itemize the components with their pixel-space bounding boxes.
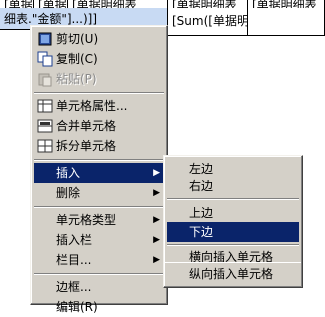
submenu-arrow-icon: ▶	[153, 215, 160, 225]
menu-item-insert[interactable]: 插入 ▶	[34, 163, 164, 183]
submenu-arrow-icon: ▶	[153, 235, 160, 245]
submenu-item-top[interactable]: 上边	[167, 203, 299, 223]
menu-item-cut[interactable]: 剪切(U)	[34, 29, 164, 49]
merge-cells-icon	[37, 118, 53, 134]
menu-item-split-cells[interactable]: 拆分单元格	[34, 136, 164, 156]
submenu-arrow-icon: ▶	[153, 168, 160, 178]
menu-separator	[34, 273, 164, 275]
copy-icon	[37, 51, 53, 67]
grid-cell[interactable]	[248, 8, 325, 36]
menu-item-copy[interactable]: 复制(C)	[34, 49, 164, 69]
menu-separator	[34, 206, 164, 208]
menu-item-delete[interactable]: 删除 ▶	[34, 183, 164, 203]
menu-separator	[34, 159, 164, 161]
menu-item-border[interactable]: 边框...	[34, 277, 164, 297]
menu-item-merge-cells[interactable]: 合并单元格	[34, 116, 164, 136]
submenu-item-right[interactable]: 右边	[167, 176, 299, 196]
menu-separator	[34, 92, 164, 94]
grid-cell[interactable]: [Sum([单据明	[168, 8, 248, 36]
menu-item-edit[interactable]: 编辑(R)	[34, 297, 164, 317]
insert-submenu-tail: 纵向插入单元格	[163, 262, 303, 288]
menu-separator	[167, 198, 299, 200]
menu-separator	[167, 244, 299, 246]
menu-item-insert-column[interactable]: 插入栏 ▶	[34, 230, 164, 250]
insert-submenu: 左边 右边 上边 下边 横向插入单元格	[163, 155, 303, 265]
paste-icon	[37, 71, 53, 87]
submenu-arrow-icon: ▶	[153, 188, 160, 198]
menu-item-paste[interactable]: 粘贴(P)	[34, 69, 164, 89]
menu-item-cell-type[interactable]: 单元格类型 ▶	[34, 210, 164, 230]
menu-item-columns[interactable]: 栏目... ▶	[34, 250, 164, 270]
cut-icon	[37, 31, 53, 47]
menu-item-cell-properties[interactable]: 单元格属性...	[34, 96, 164, 116]
submenu-arrow-icon: ▶	[153, 255, 160, 265]
context-menu: 剪切(U) 复制(C) 粘贴(P) 单元格属性... 合并单元格 拆分单元格 插…	[30, 25, 168, 314]
submenu-item-insert-cell-vertical[interactable]: 纵向插入单元格	[167, 264, 299, 284]
submenu-item-bottom[interactable]: 下边	[167, 222, 299, 242]
cell-properties-icon	[37, 98, 53, 114]
split-cells-icon	[37, 138, 53, 154]
